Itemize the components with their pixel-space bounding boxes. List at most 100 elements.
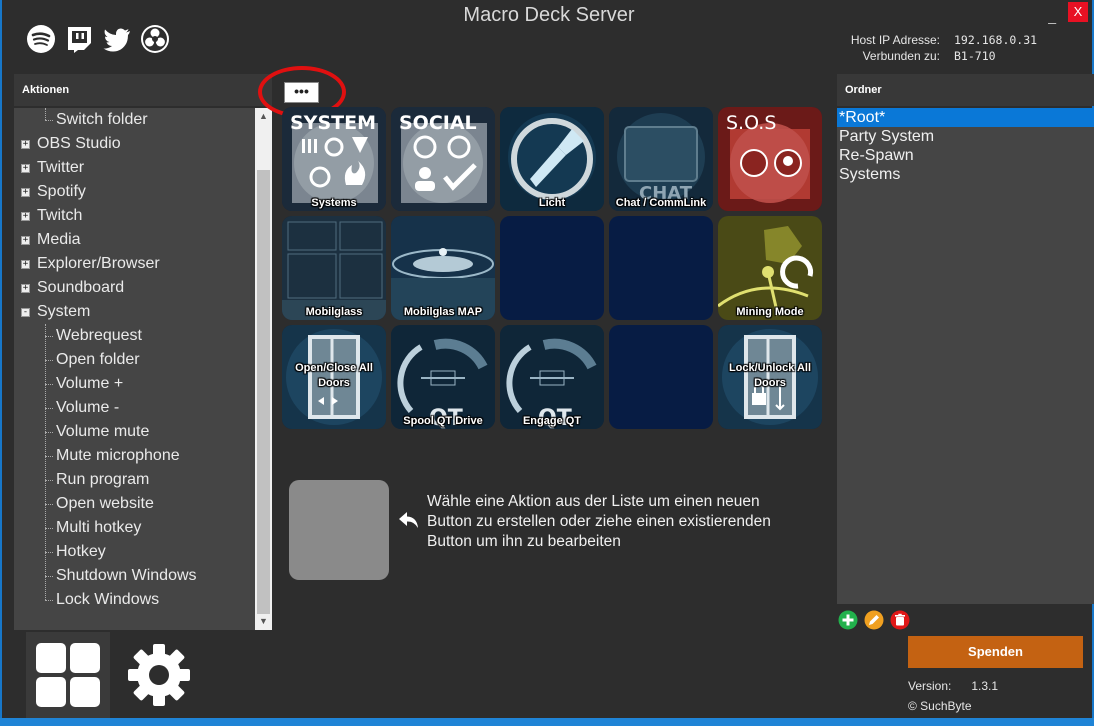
tree-item[interactable]: Volume - (14, 396, 255, 420)
actions-tree[interactable]: Switch folder + OBS Studio + Twitter + Spotify… (14, 108, 255, 630)
tree-item[interactable]: Switch folder (14, 108, 255, 132)
minimize-button[interactable]: _ (1048, 8, 1056, 24)
deck-button[interactable]: S.O.S (718, 107, 822, 211)
twitch-icon[interactable] (64, 24, 94, 54)
folder-actions (838, 610, 910, 630)
grid-icon (36, 643, 100, 707)
tree-item[interactable]: - System (14, 300, 255, 324)
main-window: Macro Deck Server _ X Host IP Adresse: 19… (0, 0, 1094, 718)
settings-button[interactable] (126, 640, 192, 710)
expand-icon[interactable]: + (21, 236, 30, 245)
button-art-text: S.O.S (726, 112, 776, 134)
tree-item-label: Switch folder (56, 111, 148, 128)
tree-item-label: Volume - (56, 399, 120, 416)
empty-deck-slot[interactable] (609, 216, 713, 320)
folder-item[interactable]: Party System (837, 127, 1094, 146)
scroll-thumb[interactable] (257, 170, 270, 614)
tree-item-label: Media (37, 231, 81, 248)
host-ip-value: 192.168.0.31 (954, 33, 1038, 47)
expand-icon[interactable]: + (21, 260, 30, 269)
expand-icon[interactable]: + (21, 164, 30, 173)
scroll-down-icon[interactable]: ▼ (255, 613, 272, 630)
tree-item[interactable]: + Media (14, 228, 255, 252)
tree-guide-line (45, 324, 46, 600)
deck-button[interactable]: QT Spool QT Drive (391, 325, 495, 429)
tree-item[interactable]: + Soundboard (14, 276, 255, 300)
tree-item-label: Multi hotkey (56, 519, 142, 536)
edit-folder-icon[interactable] (864, 610, 884, 630)
folder-item[interactable]: Re-Spawn (837, 146, 1094, 165)
button-art-text: SOCIAL (399, 112, 477, 134)
tree-item[interactable]: + OBS Studio (14, 132, 255, 156)
folders-list[interactable]: *Root* Party System Re-Spawn Systems (837, 108, 1094, 604)
empty-deck-slot[interactable] (500, 216, 604, 320)
deck-button[interactable]: Open/Close All Doors (282, 325, 386, 429)
tree-item[interactable]: + Spotify (14, 180, 255, 204)
tree-item[interactable]: Volume + (14, 372, 255, 396)
deck-button-label: Spool QT Drive (403, 415, 483, 427)
tree-item[interactable]: Lock Windows (14, 588, 255, 612)
host-ip-label: Host IP Adresse: (850, 33, 940, 47)
connected-value: B1-710 (954, 49, 996, 63)
scroll-up-icon[interactable]: ▲ (255, 108, 272, 125)
collapse-icon[interactable]: - (21, 308, 30, 317)
tree-item[interactable]: Hotkey (14, 540, 255, 564)
connected-label: Verbunden zu: (862, 49, 940, 63)
tree-item[interactable]: + Twitter (14, 156, 255, 180)
tree-item[interactable]: + Twitch (14, 204, 255, 228)
tree-item[interactable]: + Explorer/Browser (14, 252, 255, 276)
tree-item[interactable]: Volume mute (14, 420, 255, 444)
donate-button[interactable]: Spenden (908, 636, 1083, 668)
tree-item[interactable]: Shutdown Windows (14, 564, 255, 588)
tree-item[interactable]: Run program (14, 468, 255, 492)
gear-icon (128, 644, 190, 706)
tree-item[interactable]: Mute microphone (14, 444, 255, 468)
deck-button-label: Mining Mode (736, 306, 804, 318)
tree-item-label: Lock Windows (56, 591, 160, 608)
empty-deck-slot[interactable] (609, 325, 713, 429)
tree-guide-line (45, 108, 46, 120)
tree-item-label: Webrequest (56, 327, 142, 344)
close-button[interactable]: X (1068, 2, 1088, 22)
deck-button[interactable]: Mobilglass (282, 216, 386, 320)
folder-item[interactable]: Systems (837, 165, 1094, 184)
social-icons (26, 24, 170, 54)
expand-icon[interactable]: + (21, 212, 30, 221)
tree-item[interactable]: Webrequest (14, 324, 255, 348)
tree-item[interactable]: Open website (14, 492, 255, 516)
expand-icon[interactable]: + (21, 188, 30, 197)
twitter-icon[interactable] (102, 24, 132, 54)
actions-header: Aktionen (14, 74, 272, 106)
deck-button-label: Systems (311, 197, 357, 209)
actions-scrollbar[interactable]: ▲ ▼ (255, 108, 272, 630)
expand-icon[interactable]: + (21, 284, 30, 293)
tree-item-label: Mute microphone (56, 447, 180, 464)
tree-item[interactable]: Open folder (14, 348, 255, 372)
tree-item-label: Open folder (56, 351, 140, 368)
deck-button[interactable]: Mobilglas MAP (391, 216, 495, 320)
taskbar-edge (0, 718, 1094, 726)
deck-button[interactable]: Mining Mode (718, 216, 822, 320)
version-value: 1.3.1 (971, 679, 999, 693)
obs-icon[interactable] (140, 24, 170, 54)
delete-folder-icon[interactable] (890, 610, 910, 630)
deck-button[interactable]: SOCIAL (391, 107, 495, 211)
deck-button[interactable]: QT Engage QT (500, 325, 604, 429)
expand-icon[interactable]: + (21, 140, 30, 149)
deck-button[interactable]: SYSTEM Systems (282, 107, 386, 211)
tree-item-label: OBS Studio (37, 135, 121, 152)
deck-view-button[interactable] (26, 632, 110, 718)
new-button-placeholder[interactable] (289, 480, 389, 580)
folder-item[interactable]: *Root* (837, 108, 1094, 127)
deck-button[interactable]: Licht (500, 107, 604, 211)
deck-button[interactable]: CHAT Chat / CommLink (609, 107, 713, 211)
tree-item-label: Hotkey (56, 543, 106, 560)
tree-item-label: Volume mute (56, 423, 150, 440)
spotify-icon[interactable] (26, 24, 56, 54)
deck-button-label: Licht (538, 197, 566, 209)
tree-item[interactable]: Multi hotkey (14, 516, 255, 540)
add-folder-icon[interactable] (838, 610, 858, 630)
deck-button[interactable]: Lock/Unlock All Doors (718, 325, 822, 429)
tree-item-label: Run program (56, 471, 150, 488)
deck-button-label: Chat / CommLink (615, 197, 707, 209)
